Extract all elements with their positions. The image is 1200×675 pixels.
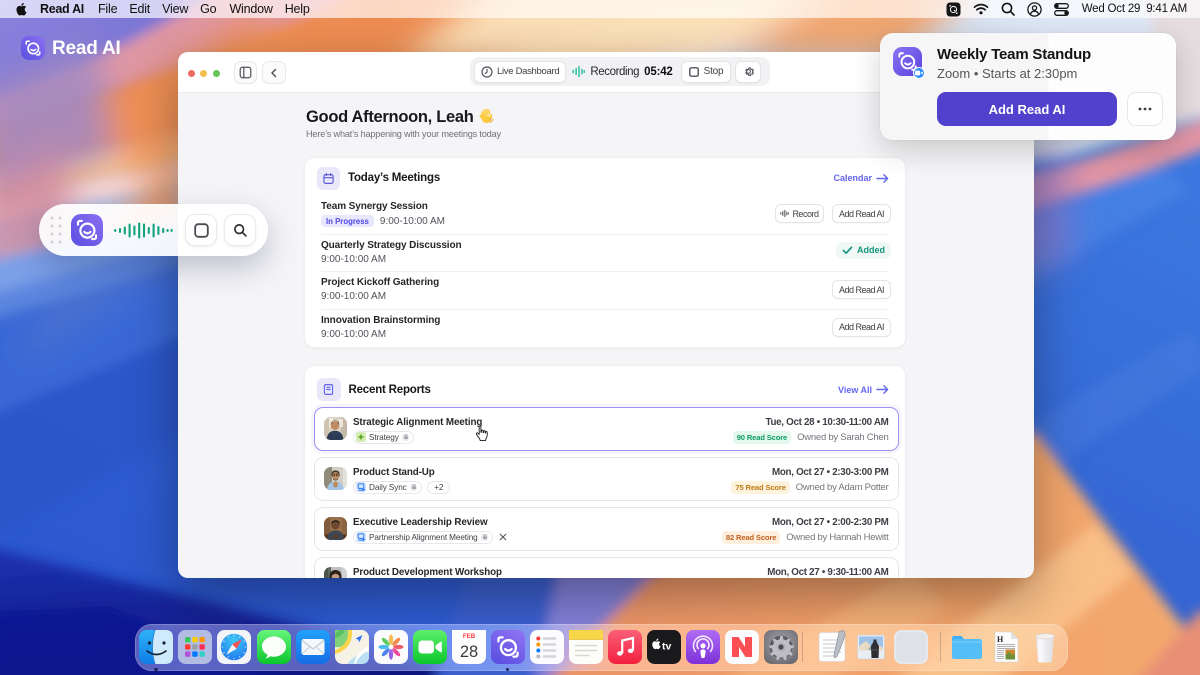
svg-text:FEB: FEB <box>462 633 475 640</box>
svg-text:28: 28 <box>459 643 477 661</box>
svg-text:tv: tv <box>662 641 671 653</box>
svg-text:H: H <box>997 635 1004 644</box>
